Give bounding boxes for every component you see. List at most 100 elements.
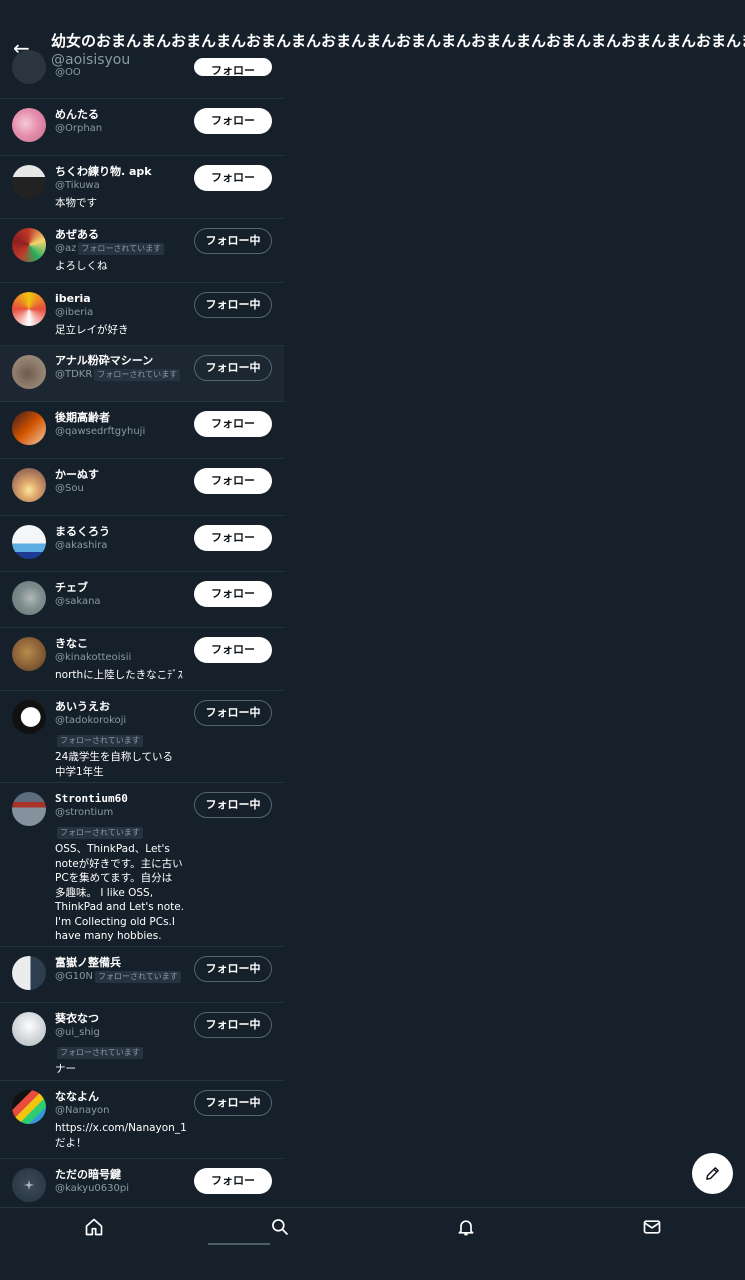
list-item[interactable]: かーぬす @Sou フォロー xyxy=(0,459,284,516)
list-item[interactable]: あぜある @az フォローされています よろしくね フォロー中 xyxy=(0,219,284,283)
following-button[interactable]: フォロー中 xyxy=(194,792,272,818)
back-arrow-icon[interactable]: ← xyxy=(13,36,30,60)
user-name: ちくわ練り物. apk xyxy=(55,165,152,178)
user-handle: @az xyxy=(55,243,77,254)
list-item[interactable]: 葵衣なつ @ui_shig フォローされています ナー フォロー中 xyxy=(0,1003,284,1081)
follow-button[interactable]: フォロー xyxy=(194,108,272,134)
user-bio: https://x.com/Nanayon_1 だよ！ xyxy=(55,1122,187,1149)
user-handle: @Tikuwa xyxy=(55,180,100,191)
following-button[interactable]: フォロー中 xyxy=(194,228,272,254)
pencil-icon xyxy=(706,1167,719,1180)
following-button[interactable]: フォロー中 xyxy=(194,1090,272,1116)
follow-button[interactable]: フォロー xyxy=(194,581,272,607)
user-name: 富嶽ノ整備兵 xyxy=(55,956,121,969)
sparkle-icon xyxy=(24,1180,34,1190)
avatar xyxy=(12,468,46,502)
user-name: ただの暗号鍵 xyxy=(55,1168,121,1181)
user-handle: @Orphan xyxy=(55,123,103,134)
avatar xyxy=(12,1012,46,1046)
user-name: ななよん xyxy=(55,1090,99,1103)
following-button[interactable]: フォロー中 xyxy=(194,1012,272,1038)
follow-button[interactable]: フォロー xyxy=(194,525,272,551)
compose-button[interactable] xyxy=(692,1153,733,1194)
avatar xyxy=(12,1168,46,1202)
user-name: かーぬす xyxy=(55,468,99,481)
follows-you-badge: フォローされています xyxy=(94,971,181,983)
user-handle: @kakyu0630pi xyxy=(55,1183,130,1194)
following-button[interactable]: フォロー中 xyxy=(194,700,272,726)
avatar xyxy=(12,792,46,826)
list-item[interactable]: アナル粉砕マシーン @TDKR フォローされています フォロー中 xyxy=(0,346,284,402)
list-item[interactable]: Strontium60 @strontium フォローされています OSS、Th… xyxy=(0,783,284,947)
avatar xyxy=(12,956,46,990)
user-bio: 足立レイが好き xyxy=(55,324,129,336)
list-item[interactable]: ちくわ練り物. apk @Tikuwa 本物です フォロー xyxy=(0,156,284,219)
user-handle: @tadokorokoji xyxy=(55,715,127,726)
following-button[interactable]: フォロー中 xyxy=(194,355,272,381)
page-title: 幼女のおまんまんおまんまんおまんまんおまんまんおまんまんおまんまんおまんまんおま… xyxy=(51,32,745,50)
user-bio: ナー xyxy=(55,1063,76,1075)
follow-button[interactable]: フォロー xyxy=(194,468,272,494)
list-item[interactable]: めんたる @Orphan フォロー xyxy=(0,99,284,156)
list-item[interactable]: ただの暗号鍵 @kakyu0630pi フォロー xyxy=(0,1159,284,1206)
user-list: @OO フォロー めんたる @Orphan フォロー ちくわ練り物. apk @… xyxy=(0,0,284,1206)
user-bio: OSS、ThinkPad、Let's noteが好きです。主に古い PCを集めて… xyxy=(55,843,185,942)
user-name: Strontium60 xyxy=(55,792,128,805)
user-handle: @strontium xyxy=(55,807,114,818)
follows-you-badge: フォローされています xyxy=(94,369,181,381)
user-name: 葵衣なつ xyxy=(55,1012,99,1025)
user-name: きなこ xyxy=(55,637,88,650)
user-handle: @TDKR xyxy=(55,369,93,380)
user-name: アナル粉砕マシーン xyxy=(55,354,154,367)
user-name: iberia xyxy=(55,292,91,305)
follows-you-badge: フォローされています xyxy=(57,1047,143,1059)
follows-you-badge: フォローされています xyxy=(57,827,143,839)
follow-button[interactable]: フォロー xyxy=(194,1168,272,1194)
user-handle: @kinakotteoisii xyxy=(55,652,132,663)
list-item[interactable]: まるくろう @akashira フォロー xyxy=(0,516,284,572)
user-name: あいうえお xyxy=(55,700,110,713)
avatar xyxy=(12,292,46,326)
list-item[interactable]: きなこ @kinakotteoisii northに上陸したきなこﾃﾞｽ フォロ… xyxy=(0,628,284,691)
follows-you-badge: フォローされています xyxy=(78,243,165,255)
avatar xyxy=(12,700,46,734)
following-button[interactable]: フォロー中 xyxy=(194,956,272,982)
follows-you-badge: フォローされています xyxy=(57,735,143,747)
user-handle: @akashira xyxy=(55,540,108,551)
avatar xyxy=(12,165,46,199)
user-handle: @ui_shig xyxy=(55,1027,100,1038)
user-handle: @Nanayon xyxy=(55,1105,110,1116)
user-handle: @Sou xyxy=(55,483,84,494)
user-bio: 本物です xyxy=(55,197,97,209)
user-handle: @qawsedrftgyhuji xyxy=(55,426,146,437)
user-bio: よろしくね xyxy=(55,260,108,272)
mail-icon[interactable] xyxy=(642,1217,662,1237)
user-name: チェブ xyxy=(55,581,88,594)
bell-icon[interactable] xyxy=(456,1217,476,1237)
follow-button[interactable]: フォロー xyxy=(194,165,272,191)
user-name: 後期高齢者 xyxy=(55,411,110,424)
follow-button[interactable]: フォロー xyxy=(194,637,272,663)
list-item[interactable]: 後期高齢者 @qawsedrftgyhuji フォロー xyxy=(0,402,284,459)
follow-button[interactable]: フォロー xyxy=(194,411,272,437)
scroll-indicator xyxy=(208,1243,270,1245)
search-icon[interactable] xyxy=(270,1217,290,1237)
user-handle: @sakana xyxy=(55,596,101,607)
user-handle: @G10N xyxy=(55,971,93,982)
avatar xyxy=(12,355,46,389)
list-item[interactable]: iberia @iberia 足立レイが好き フォロー中 xyxy=(0,283,284,346)
bottom-nav xyxy=(0,1207,745,1248)
following-button[interactable]: フォロー中 xyxy=(194,292,272,318)
list-item[interactable]: 富嶽ノ整備兵 @G10N フォローされています フォロー中 xyxy=(0,947,284,1003)
avatar xyxy=(12,411,46,445)
user-name: まるくろう xyxy=(55,525,110,538)
list-item[interactable]: ななよん @Nanayon https://x.com/Nanayon_1 だよ… xyxy=(0,1081,284,1159)
header: ← 幼女のおまんまんおまんまんおまんまんおまんまんおまんまんおまんまんおまんまん… xyxy=(0,0,745,72)
avatar xyxy=(12,637,46,671)
user-name: あぜある xyxy=(55,228,99,241)
user-bio: 24歳学生を自称している 中学1年生 xyxy=(55,751,174,778)
home-icon[interactable] xyxy=(84,1217,104,1237)
list-item[interactable]: あいうえお @tadokorokoji フォローされています 24歳学生を自称し… xyxy=(0,691,284,783)
list-item[interactable]: チェブ @sakana フォロー xyxy=(0,572,284,628)
user-bio: northに上陸したきなこﾃﾞｽ xyxy=(55,669,183,681)
